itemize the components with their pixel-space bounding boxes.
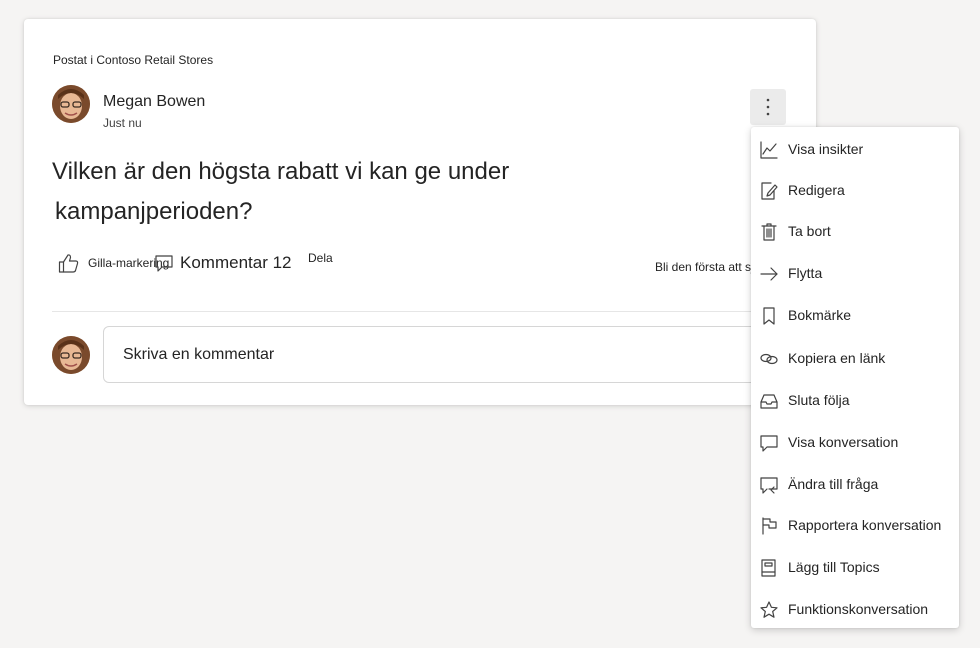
menu-item-label: Ändra till fråga <box>788 476 879 492</box>
thumbs-up-icon <box>58 254 79 273</box>
chat-question-icon <box>760 477 778 494</box>
share-button[interactable]: Dela <box>308 251 333 265</box>
posted-in-label: Postat i Contoso Retail Stores <box>53 53 214 67</box>
menu-item-flytta[interactable]: Flytta <box>751 254 959 294</box>
menu-item-lagg-till-topics[interactable]: Lägg till Topics <box>751 548 959 588</box>
menu-item-visa-konversation[interactable]: Visa konversation <box>751 423 959 463</box>
post-card: Postat i Contoso Retail Stores Megan Bow… <box>24 19 816 405</box>
menu-item-label: Visa konversation <box>788 434 899 450</box>
post-question: Vilken är den högsta rabatt vi kan ge un… <box>52 152 572 232</box>
comment-label: Kommentar 12 <box>180 253 292 272</box>
menu-item-label: Sluta följa <box>788 392 850 408</box>
comment-button[interactable]: Kommentar 12 <box>154 253 292 273</box>
bookmark-icon <box>763 307 775 325</box>
menu-item-kopiera-lank[interactable]: Kopiera en länk <box>751 339 959 379</box>
question-line-1: Vilken är den högsta rabatt vi kan ge un… <box>52 158 510 185</box>
menu-item-visa-insikter[interactable]: Visa insikter <box>751 130 959 170</box>
edit-icon <box>761 182 778 200</box>
more-options-button[interactable] <box>750 89 786 125</box>
post-time: Just nu <box>103 116 142 130</box>
menu-item-label: Rapportera konversation <box>788 517 942 533</box>
like-button[interactable]: Gilla-markering <box>58 253 169 273</box>
author-avatar[interactable] <box>52 85 90 123</box>
menu-item-ta-bort[interactable]: Ta bort <box>751 212 959 252</box>
menu-item-rapportera[interactable]: Rapportera konversation <box>751 506 959 546</box>
menu-item-sluta-folja[interactable]: Sluta följa <box>751 381 959 421</box>
menu-item-label: Ta bort <box>788 223 831 239</box>
star-icon <box>760 601 778 618</box>
divider <box>52 311 792 312</box>
more-options-menu: Visa insikter Redigera Ta bort Flytta Bo… <box>751 127 959 628</box>
book-icon <box>761 559 776 577</box>
link-icon <box>760 353 778 365</box>
menu-item-label: Bokmärke <box>788 307 852 323</box>
menu-item-label: Visa insikter <box>788 141 864 157</box>
menu-item-funktionskonversation[interactable]: Funktionskonversation <box>751 590 959 630</box>
chat-icon <box>760 435 778 452</box>
flag-icon <box>762 517 777 535</box>
arrow-right-icon <box>760 267 778 281</box>
menu-item-label: Funktionskonversation <box>788 601 929 617</box>
menu-item-bokmarke[interactable]: Bokmärke <box>751 296 959 336</box>
menu-item-andra-till-fraga[interactable]: Ändra till fråga <box>751 465 959 505</box>
chart-line-icon <box>760 141 778 159</box>
question-line-2: kampanjperioden? <box>55 198 253 225</box>
menu-item-label: Lägg till Topics <box>788 559 880 575</box>
menu-item-label: Redigera <box>788 182 845 198</box>
more-vertical-icon <box>766 98 770 116</box>
first-like-text[interactable]: Bli den första att sjuk <box>655 260 766 274</box>
current-user-avatar <box>52 336 90 374</box>
author-name[interactable]: Megan Bowen <box>103 93 205 111</box>
menu-item-redigera[interactable]: Redigera <box>751 171 959 211</box>
menu-item-label: Flytta <box>788 265 823 281</box>
comment-input[interactable]: Skriva en kommentar <box>103 326 783 383</box>
inbox-icon <box>760 394 778 409</box>
comment-placeholder: Skriva en kommentar <box>123 345 275 363</box>
menu-item-label: Kopiera en länk <box>788 350 886 366</box>
comment-icon <box>155 255 173 272</box>
trash-icon <box>761 223 777 241</box>
